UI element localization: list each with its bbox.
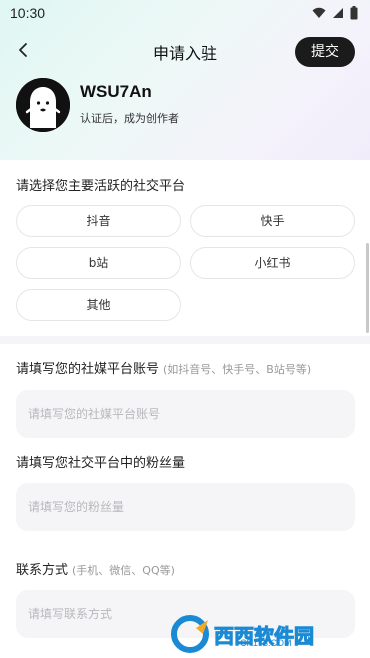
- contact-title-text: 联系方式: [16, 563, 69, 578]
- platform-section-title: 请选择您主要活跃的社交平台: [16, 179, 186, 194]
- platform-option-douyin[interactable]: 抖音: [16, 205, 181, 237]
- platform-option-bilibili[interactable]: b站: [16, 247, 181, 279]
- account-hint: (如抖音号、快手号、B站号等): [163, 363, 312, 376]
- submit-button[interactable]: 提交: [295, 37, 355, 67]
- contact-hint: (手机、微信、QQ等): [72, 564, 175, 577]
- platform-section: 请选择您主要活跃的社交平台 抖音 快手 b站 小红书 其他: [0, 160, 370, 336]
- profile-card: WSU7An 认证后，成为创作者: [16, 78, 356, 134]
- section-divider: [0, 336, 370, 344]
- platform-option-other[interactable]: 其他: [16, 289, 181, 321]
- signal-icon: [333, 8, 343, 18]
- contact-section-title: 联系方式 (手机、微信、QQ等): [16, 559, 175, 578]
- platform-option-kuaishou[interactable]: 快手: [190, 205, 355, 237]
- wifi-icon: [312, 7, 326, 18]
- nav-bar: 申请入驻 提交: [0, 32, 370, 72]
- watermark: 西西软件园 CR173.COM: [170, 610, 370, 658]
- account-section-title: 请填写您的社媒平台账号 (如抖音号、快手号、B站号等): [16, 358, 311, 377]
- status-time: 10:30: [10, 5, 46, 21]
- username: WSU7An: [80, 82, 152, 101]
- status-bar: 10:30: [0, 0, 370, 28]
- avatar-ghost-icon: [16, 78, 70, 132]
- status-icons: [312, 6, 358, 20]
- scrollbar[interactable]: [366, 243, 369, 333]
- watermark-logo-icon: [171, 615, 209, 653]
- watermark-url: CR173.COM: [240, 638, 292, 648]
- avatar[interactable]: [16, 78, 70, 132]
- fans-input[interactable]: [16, 483, 355, 531]
- profile-subtitle: 认证后，成为创作者: [80, 112, 179, 125]
- platform-option-xiaohongshu[interactable]: 小红书: [190, 247, 355, 279]
- account-input[interactable]: [16, 390, 355, 438]
- fans-section-title: 请填写您社交平台中的粉丝量: [16, 456, 186, 471]
- battery-icon: [350, 6, 358, 20]
- account-title-text: 请填写您的社媒平台账号: [16, 362, 160, 377]
